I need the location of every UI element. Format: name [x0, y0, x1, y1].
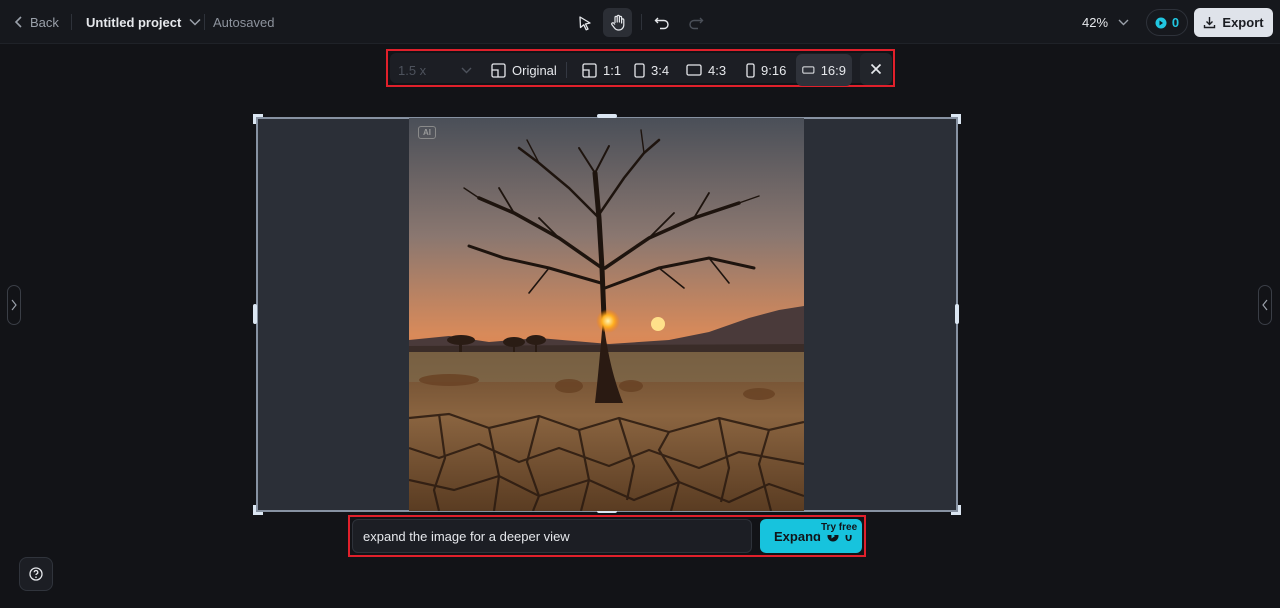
- resize-handle-top-left[interactable]: [253, 114, 263, 124]
- canvas-image[interactable]: AI: [409, 118, 804, 511]
- top-bar: Back Untitled project Autosaved 42% 0 Ex…: [0, 0, 1280, 44]
- close-icon: [870, 63, 882, 75]
- credit-coin-icon: [1155, 17, 1167, 28]
- chevron-right-icon: [11, 299, 17, 311]
- resize-handle-top-right[interactable]: [951, 114, 961, 124]
- tall-ratio-icon: [746, 62, 755, 78]
- autosave-status: Autosaved: [213, 14, 275, 30]
- resize-handle-left[interactable]: [253, 304, 257, 324]
- original-ratio-icon: [491, 62, 506, 78]
- divider: [204, 14, 205, 30]
- chevron-down-icon: [189, 18, 201, 26]
- credits-badge[interactable]: 0: [1146, 9, 1188, 36]
- ratio-option-1-1[interactable]: 1:1: [576, 54, 627, 86]
- divider: [566, 62, 567, 78]
- zoom-dropdown[interactable]: 42%: [1082, 0, 1129, 44]
- portrait-ratio-icon: [634, 62, 645, 78]
- expand-prompt-input[interactable]: [352, 519, 752, 553]
- chevron-down-icon: [1118, 19, 1129, 25]
- expand-prompt-bar: Expand 0 Try free: [348, 515, 866, 557]
- expand-label: Expand: [774, 528, 821, 544]
- chevron-left-icon: [1262, 299, 1268, 311]
- hand-tool-button[interactable]: [603, 8, 632, 37]
- divider: [641, 14, 642, 30]
- redo-icon: [688, 17, 703, 29]
- cursor-pointer-icon: [578, 15, 591, 30]
- redo-button[interactable]: [681, 8, 710, 37]
- aspect-ratio-toolbar: 1.5 x Original 1:1 3:4 4:3 9:16 16:9: [386, 49, 895, 87]
- ratio-option-9-16[interactable]: 9:16: [740, 54, 792, 86]
- resize-handle-bottom-left[interactable]: [253, 505, 263, 515]
- ratio-option-4-3[interactable]: 4:3: [680, 54, 732, 86]
- export-label: Export: [1222, 15, 1264, 30]
- select-tool-button[interactable]: [570, 8, 599, 37]
- export-button[interactable]: Export: [1194, 8, 1273, 37]
- divider: [71, 14, 72, 30]
- project-title: Untitled project: [86, 14, 182, 30]
- ratio-option-3-4[interactable]: 3:4: [628, 54, 675, 86]
- ratio-label: 9:16: [761, 62, 787, 78]
- chevron-left-icon: [14, 16, 22, 28]
- back-label: Back: [30, 14, 59, 30]
- try-free-badge: Try free: [818, 520, 861, 535]
- project-title-dropdown[interactable]: Untitled project: [86, 0, 201, 44]
- help-button[interactable]: [19, 557, 53, 591]
- download-icon: [1204, 17, 1216, 29]
- zoom-level: 42%: [1082, 14, 1109, 30]
- question-mark-icon: [29, 567, 43, 581]
- ratio-label: 1:1: [603, 62, 622, 78]
- ratio-label: 16:9: [820, 62, 846, 78]
- ratio-option-original[interactable]: Original: [485, 54, 563, 86]
- back-button[interactable]: Back: [14, 0, 59, 44]
- credits-count: 0: [1171, 15, 1180, 30]
- ratio-option-16-9[interactable]: 16:9: [796, 54, 852, 86]
- scale-dropdown[interactable]: 1.5 x: [392, 54, 478, 86]
- chevron-down-icon: [461, 67, 472, 73]
- ai-generated-badge: AI: [418, 126, 436, 139]
- undo-icon: [654, 17, 669, 29]
- ratio-label: 4:3: [708, 62, 727, 78]
- landscape-ratio-icon: [686, 64, 702, 76]
- hand-icon: [610, 14, 624, 31]
- close-expand-button[interactable]: [860, 53, 892, 85]
- ratio-label: Original: [512, 62, 557, 78]
- square-ratio-icon: [582, 62, 597, 78]
- right-panel-toggle[interactable]: [1258, 285, 1272, 325]
- wide-ratio-icon: [802, 66, 815, 74]
- scale-value: 1.5 x: [398, 62, 427, 78]
- left-panel-toggle[interactable]: [7, 285, 21, 325]
- undo-button[interactable]: [647, 8, 676, 37]
- ratio-label: 3:4: [651, 62, 670, 78]
- resize-handle-bottom-right[interactable]: [951, 505, 961, 515]
- dead-tree-sunset-image: [409, 118, 804, 511]
- resize-handle-right[interactable]: [955, 304, 959, 324]
